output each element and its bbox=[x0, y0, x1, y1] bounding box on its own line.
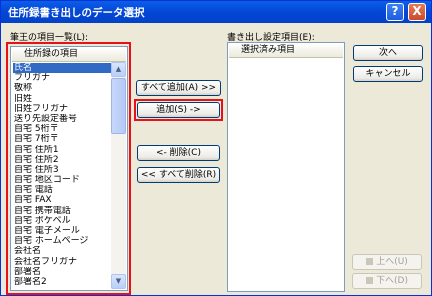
list-item[interactable]: 会社名 bbox=[13, 246, 115, 256]
list-item[interactable]: 旧姓 bbox=[13, 94, 115, 104]
move-up-label: 上へ(U) bbox=[376, 257, 408, 267]
export-data-selection-dialog: 住所録書き出しのデータ選択 ? X 筆王の項目一覧(L): 住所録の項目 氏名フ… bbox=[0, 0, 432, 296]
move-down-icon bbox=[366, 277, 374, 284]
list-item[interactable]: 自宅 ポケベル bbox=[13, 216, 115, 226]
export-list-header-label: 選択済み項目 bbox=[241, 45, 296, 55]
remove-button[interactable]: <- 削除(C) bbox=[137, 145, 220, 161]
move-up-button[interactable]: 上へ(U) bbox=[352, 254, 422, 270]
add-all-button[interactable]: すべて追加(A) >> bbox=[136, 80, 221, 96]
move-up-icon bbox=[366, 258, 374, 265]
scroll-up-icon[interactable]: ▲ bbox=[111, 62, 126, 77]
list-item[interactable]: 自宅 住所1 bbox=[13, 145, 115, 155]
field-list-scrollbar[interactable]: ▲ ▼ bbox=[111, 62, 126, 289]
move-down-label: 下へ(D) bbox=[376, 276, 408, 286]
list-item[interactable]: 部署名2 bbox=[13, 277, 115, 287]
field-list-items: 氏名 フリガナ 敬称 旧姓 旧姓フリガナ 送り先設定番号 自宅 5桁〒 自宅 7桁〒 自宅 住所… bbox=[13, 63, 115, 287]
list-item[interactable]: 自宅 住所3 bbox=[13, 165, 115, 175]
field-list-header-label: 住所録の項目 bbox=[24, 49, 79, 59]
list-item[interactable]: 自宅 ホームページ bbox=[13, 236, 115, 246]
window-title: 住所録書き出しのデータ選択 bbox=[8, 7, 145, 19]
list-item[interactable]: 送り先設定番号 bbox=[13, 114, 115, 124]
field-list-header: 住所録の項目 bbox=[12, 48, 126, 62]
list-item[interactable]: 自宅 住所2 bbox=[13, 155, 115, 165]
list-item[interactable]: 会社名フリガナ bbox=[13, 257, 115, 267]
list-item[interactable]: 自宅 電話 bbox=[13, 185, 115, 195]
cancel-button[interactable]: キャンセル bbox=[353, 66, 423, 82]
scroll-down-icon[interactable]: ▼ bbox=[111, 274, 126, 289]
help-button[interactable]: ? bbox=[386, 3, 404, 21]
scroll-thumb[interactable] bbox=[111, 78, 126, 134]
add-button[interactable]: 追加(S) -> bbox=[137, 102, 220, 118]
remove-all-button[interactable]: << すべて削除(R) bbox=[137, 167, 220, 183]
close-button[interactable]: X bbox=[408, 3, 426, 21]
list-item[interactable]: 自宅 FAX bbox=[13, 195, 115, 205]
export-list[interactable]: 選択済み項目 bbox=[227, 42, 345, 292]
list-item[interactable]: 敬称 bbox=[13, 83, 115, 93]
field-list[interactable]: 住所録の項目 氏名 フリガナ 敬称 旧姓 旧姓フリガナ 送り先設定番号 自宅 5桁〒 自宅 7… bbox=[10, 46, 128, 291]
list-item[interactable]: 自宅 5桁〒 bbox=[13, 124, 115, 134]
move-down-button[interactable]: 下へ(D) bbox=[352, 273, 422, 289]
list-item[interactable]: 自宅 携帯電話 bbox=[13, 206, 115, 216]
title-bar: 住所録書き出しのデータ選択 ? X bbox=[1, 1, 431, 23]
list-item[interactable]: 自宅 地区コード bbox=[13, 175, 115, 185]
list-item[interactable]: 自宅 7桁〒 bbox=[13, 134, 115, 144]
list-item[interactable]: フリガナ bbox=[13, 73, 115, 83]
list-item[interactable]: 部署名 bbox=[13, 267, 115, 277]
list-item[interactable]: 旧姓フリガナ bbox=[13, 104, 115, 114]
list-item[interactable]: 自宅 電子メール bbox=[13, 226, 115, 236]
next-button[interactable]: 次へ bbox=[353, 45, 423, 61]
export-list-header: 選択済み項目 bbox=[229, 44, 343, 58]
list-item[interactable]: 氏名 bbox=[13, 63, 115, 74]
